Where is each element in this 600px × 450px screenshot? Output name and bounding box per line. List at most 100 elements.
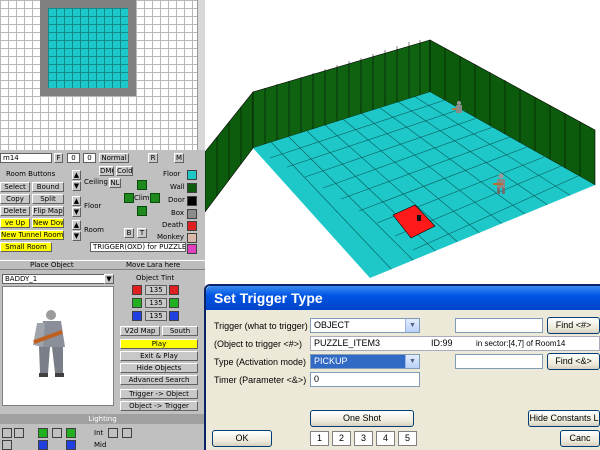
timer-input[interactable]: 0	[310, 372, 420, 387]
south-button[interactable]: South	[162, 326, 198, 336]
flip-map-button[interactable]: Flip Map	[32, 206, 64, 216]
code-button-5[interactable]: 5	[398, 431, 417, 446]
object-to-trigger-field[interactable]: PUZZLE_ITEM3 ID:99 in sector:[4,7] of Ro…	[310, 336, 600, 351]
code-button-4[interactable]: 4	[376, 431, 395, 446]
nl-button[interactable]: NL	[109, 178, 121, 188]
floor-up-button[interactable]: ▲	[72, 196, 81, 206]
int-minus[interactable]	[108, 428, 118, 438]
chevron-down-icon[interactable]: ▼	[405, 355, 419, 368]
delete-button[interactable]: Delete	[0, 206, 30, 216]
climb-south-toggle[interactable]	[137, 206, 147, 216]
light-green-plus[interactable]	[66, 428, 76, 438]
light-a-minus[interactable]	[2, 428, 12, 438]
copy-button[interactable]: Copy	[0, 194, 30, 204]
floor-down-button[interactable]: ▼	[72, 207, 81, 217]
split-button[interactable]: Split	[32, 194, 64, 204]
trigger-type-value: OBJECT	[314, 320, 350, 330]
climb-east-toggle[interactable]	[150, 193, 160, 203]
hide-constants-button[interactable]: Hide Constants L	[528, 410, 600, 427]
room-name-field[interactable]: m14	[0, 153, 52, 163]
cancel-button[interactable]: Canc	[560, 430, 600, 447]
room-grid-map[interactable]	[0, 0, 197, 150]
climb-north-toggle[interactable]	[137, 180, 147, 190]
grid-scrollbar[interactable]	[197, 0, 205, 150]
ceiling-down-button[interactable]: ▼	[72, 181, 81, 191]
light-green-minus[interactable]	[38, 428, 48, 438]
tint-red-plus[interactable]	[169, 285, 179, 295]
puzzle-item-icon[interactable]	[417, 215, 421, 221]
mid-label: Mid	[94, 441, 107, 449]
int-plus[interactable]	[122, 428, 132, 438]
chevron-down-icon[interactable]: ▼	[405, 319, 419, 332]
new-tunnel-room-button[interactable]: New Tunnel Room	[0, 230, 64, 240]
light-b-minus[interactable]	[2, 440, 12, 450]
tint-green-plus[interactable]	[169, 298, 179, 308]
type-search-field[interactable]	[455, 354, 543, 369]
dialog-title[interactable]: Set Trigger Type	[206, 286, 600, 310]
one-shot-button[interactable]: One Shot	[310, 410, 414, 427]
cold-button[interactable]: Cold	[116, 166, 133, 176]
t-button[interactable]: T	[137, 228, 147, 238]
select-button[interactable]: Select	[0, 182, 30, 192]
find-amp-button[interactable]: Find <&>	[547, 353, 600, 370]
room-down-button[interactable]: ▼	[72, 231, 81, 241]
light-a-plus[interactable]	[14, 428, 24, 438]
tint-green-minus[interactable]	[132, 298, 142, 308]
room-up-button[interactable]: ▲	[72, 220, 81, 230]
v2d-map-button[interactable]: V2d Map	[120, 326, 160, 336]
climb-west-toggle[interactable]	[124, 193, 134, 203]
ok-button[interactable]: OK	[212, 430, 272, 447]
small-room-button[interactable]: Small Room	[0, 242, 52, 252]
editor-panel: m14 F 0 0 Normal R M Room Buttons Select…	[0, 0, 205, 450]
legend-door-swatch[interactable]	[187, 196, 197, 206]
r-button[interactable]: R	[148, 153, 158, 163]
tint-blue-minus[interactable]	[132, 311, 142, 321]
legend-wall-swatch[interactable]	[187, 183, 197, 193]
move-up-button[interactable]: ve Up	[0, 218, 30, 228]
trigger-search-field[interactable]	[455, 318, 543, 333]
tint-blue-plus[interactable]	[169, 311, 179, 321]
activation-type-select[interactable]: PICKUP ▼	[310, 354, 420, 369]
hide-objects-button[interactable]: Hide Objects	[120, 363, 198, 373]
b-button[interactable]: B	[124, 228, 134, 238]
find-hash-button[interactable]: Find <#>	[547, 317, 600, 334]
baddy-preview-icon	[33, 310, 65, 377]
tint-red-value[interactable]: 135	[145, 285, 167, 295]
legend-death-label: Death	[162, 221, 184, 229]
tint-blue-value[interactable]: 135	[145, 311, 167, 321]
tint-green-value[interactable]: 135	[145, 298, 167, 308]
chevron-down-icon[interactable]: ▼	[104, 274, 114, 284]
move-lara-label[interactable]: Move Lara here	[126, 261, 180, 270]
code-button-1[interactable]: 1	[310, 431, 329, 446]
object-to-trigger-button[interactable]: Object -> Trigger	[120, 401, 198, 411]
play-button[interactable]: Play	[120, 339, 198, 349]
object-tint-label: Object Tint	[136, 274, 175, 282]
light-blue-minus[interactable]	[38, 440, 48, 450]
trigger-to-object-button[interactable]: Trigger -> Object	[120, 389, 198, 399]
tint-red-minus[interactable]	[132, 285, 142, 295]
object-type-select[interactable]: BADDY_1	[2, 274, 112, 284]
dm6-button[interactable]: DM6	[99, 166, 114, 176]
legend-death-swatch[interactable]	[187, 221, 197, 231]
value-field-b[interactable]: 0	[83, 153, 96, 163]
bound-button[interactable]: Bound	[32, 182, 64, 192]
advanced-search-button[interactable]: Advanced Search	[120, 375, 198, 385]
flag-f-button[interactable]: F	[54, 153, 63, 163]
normal-button[interactable]: Normal	[99, 153, 129, 163]
light-green-value[interactable]	[52, 428, 62, 438]
object-section-bar: Place Object Move Lara here	[0, 260, 205, 270]
trigger-type-select[interactable]: OBJECT ▼	[310, 318, 420, 333]
new-down-button[interactable]: New Down	[32, 218, 64, 228]
light-blue-plus[interactable]	[66, 440, 76, 450]
legend-monkey-swatch[interactable]	[187, 233, 197, 243]
room-floor-area[interactable]	[48, 8, 128, 88]
legend-trigger-swatch[interactable]	[187, 244, 197, 254]
legend-box-swatch[interactable]	[187, 209, 197, 219]
code-button-2[interactable]: 2	[332, 431, 351, 446]
ceiling-up-button[interactable]: ▲	[72, 170, 81, 180]
legend-floor-swatch[interactable]	[187, 170, 197, 180]
code-button-3[interactable]: 3	[354, 431, 373, 446]
value-field-a[interactable]: 0	[67, 153, 80, 163]
exit-and-play-button[interactable]: Exit & Play	[120, 351, 198, 361]
m-button[interactable]: M	[174, 153, 184, 163]
